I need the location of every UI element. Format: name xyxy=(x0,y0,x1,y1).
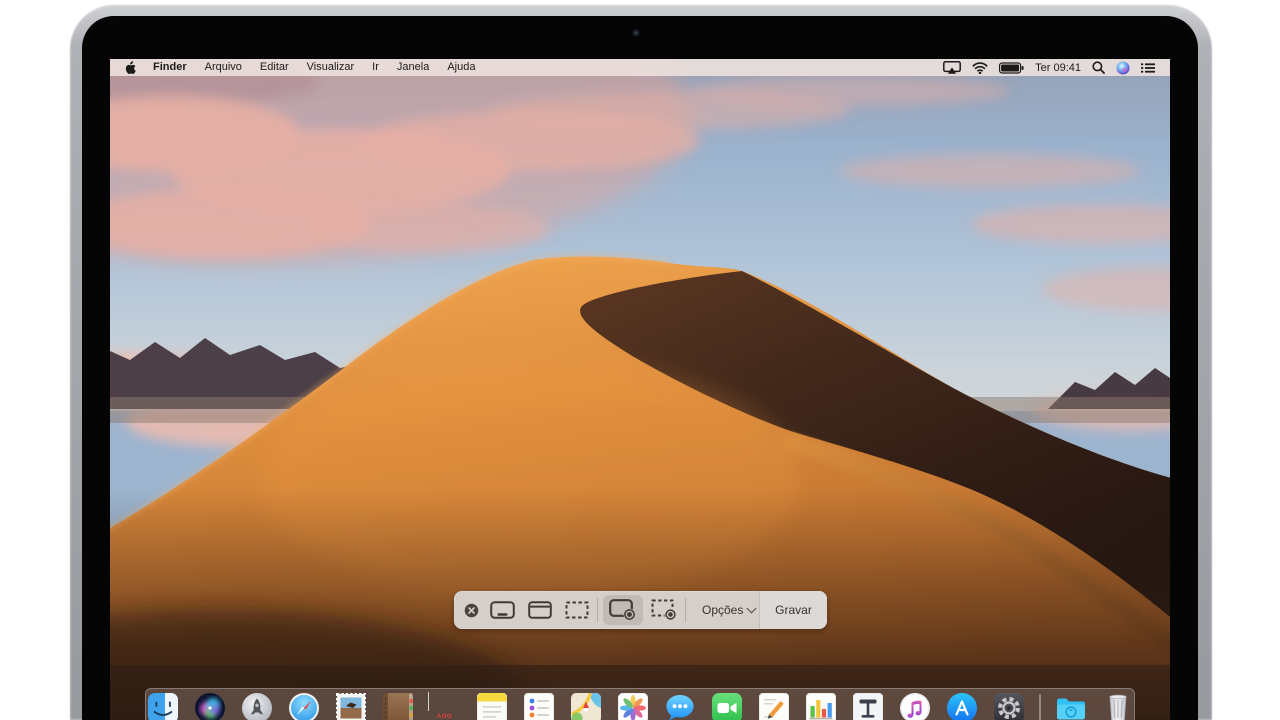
menu-item-finder[interactable]: Finder xyxy=(144,59,196,76)
menu-bar: Finder Arquivo Editar Visualizar Ir Jane… xyxy=(110,59,1170,76)
dock-keynote-icon[interactable] xyxy=(851,693,885,720)
toolbar-separator xyxy=(597,598,598,622)
dock: AGO 20 xyxy=(145,688,1135,720)
dock-photos-icon[interactable] xyxy=(616,693,650,720)
chevron-down-icon xyxy=(746,603,757,614)
dock-notes-icon[interactable] xyxy=(475,693,509,720)
dock-trash-icon[interactable] xyxy=(1101,693,1135,720)
dock-pages-icon[interactable] xyxy=(757,693,791,720)
menu-bar-status-area: Ter 09:41 xyxy=(943,61,1170,75)
dock-system-preferences-icon[interactable] xyxy=(992,693,1026,720)
battery-icon[interactable] xyxy=(999,61,1024,74)
apple-logo-icon xyxy=(125,61,136,74)
dock-calendar-icon[interactable]: AGO 20 xyxy=(427,692,462,720)
record-label: Gravar xyxy=(775,603,812,617)
dock-facetime-icon[interactable] xyxy=(710,693,744,720)
capture-screen-icon xyxy=(490,601,515,619)
menu-bar-clock[interactable]: Ter 09:41 xyxy=(1035,62,1081,74)
apple-menu[interactable] xyxy=(110,59,144,76)
calendar-month: AGO xyxy=(436,714,453,720)
close-icon xyxy=(464,603,478,617)
toolbar-separator xyxy=(685,598,686,622)
dock-app-store-icon[interactable] xyxy=(945,693,979,720)
dock-numbers-icon[interactable] xyxy=(804,693,838,720)
dock-separator xyxy=(1038,694,1041,720)
dock-mail-icon[interactable] xyxy=(334,693,368,720)
dock-reminders-icon[interactable] xyxy=(522,693,556,720)
record-selected-portion-button[interactable] xyxy=(646,593,683,627)
dock-safari-icon[interactable] xyxy=(287,693,321,720)
screenshot-toolbar: Opções Gravar xyxy=(454,591,827,629)
menu-item-janela[interactable]: Janela xyxy=(388,59,438,76)
record-entire-screen-button[interactable] xyxy=(603,595,643,625)
capture-entire-screen-button[interactable] xyxy=(484,593,521,627)
notification-center-icon[interactable] xyxy=(1141,62,1155,74)
screen: Finder Arquivo Editar Visualizar Ir Jane… xyxy=(110,59,1170,720)
options-label: Opções xyxy=(702,603,744,617)
capture-selection-icon xyxy=(565,601,588,619)
record-selection-icon xyxy=(651,599,676,621)
menu-item-editar[interactable]: Editar xyxy=(251,59,298,76)
siri-icon[interactable] xyxy=(1116,61,1130,75)
dock-messages-icon[interactable] xyxy=(663,693,697,720)
dock-itunes-icon[interactable] xyxy=(898,693,932,720)
menu-item-visualizar[interactable]: Visualizar xyxy=(298,59,364,76)
dock-maps-icon[interactable] xyxy=(569,693,603,720)
facetime-camera xyxy=(632,29,640,37)
capture-window-icon xyxy=(527,601,552,619)
menu-item-ir[interactable]: Ir xyxy=(363,59,388,76)
record-screen-icon xyxy=(609,599,636,621)
dock-contacts-icon[interactable] xyxy=(381,693,415,720)
menu-item-arquivo[interactable]: Arquivo xyxy=(196,59,251,76)
dock-downloads-folder-icon[interactable] xyxy=(1054,693,1088,720)
close-button[interactable] xyxy=(458,593,484,627)
options-button[interactable]: Opções xyxy=(688,593,765,627)
dock-siri-icon[interactable] xyxy=(193,693,227,720)
menu-item-ajuda[interactable]: Ajuda xyxy=(438,59,484,76)
wifi-icon[interactable] xyxy=(972,61,988,74)
screen-mirroring-icon[interactable] xyxy=(943,61,962,74)
capture-selected-window-button[interactable] xyxy=(521,593,558,627)
dock-finder-icon[interactable] xyxy=(146,693,180,720)
dock-launchpad-icon[interactable] xyxy=(240,693,274,720)
spotlight-search-icon[interactable] xyxy=(1092,61,1105,74)
capture-selected-portion-button[interactable] xyxy=(558,593,595,627)
record-button[interactable]: Gravar xyxy=(759,591,827,629)
